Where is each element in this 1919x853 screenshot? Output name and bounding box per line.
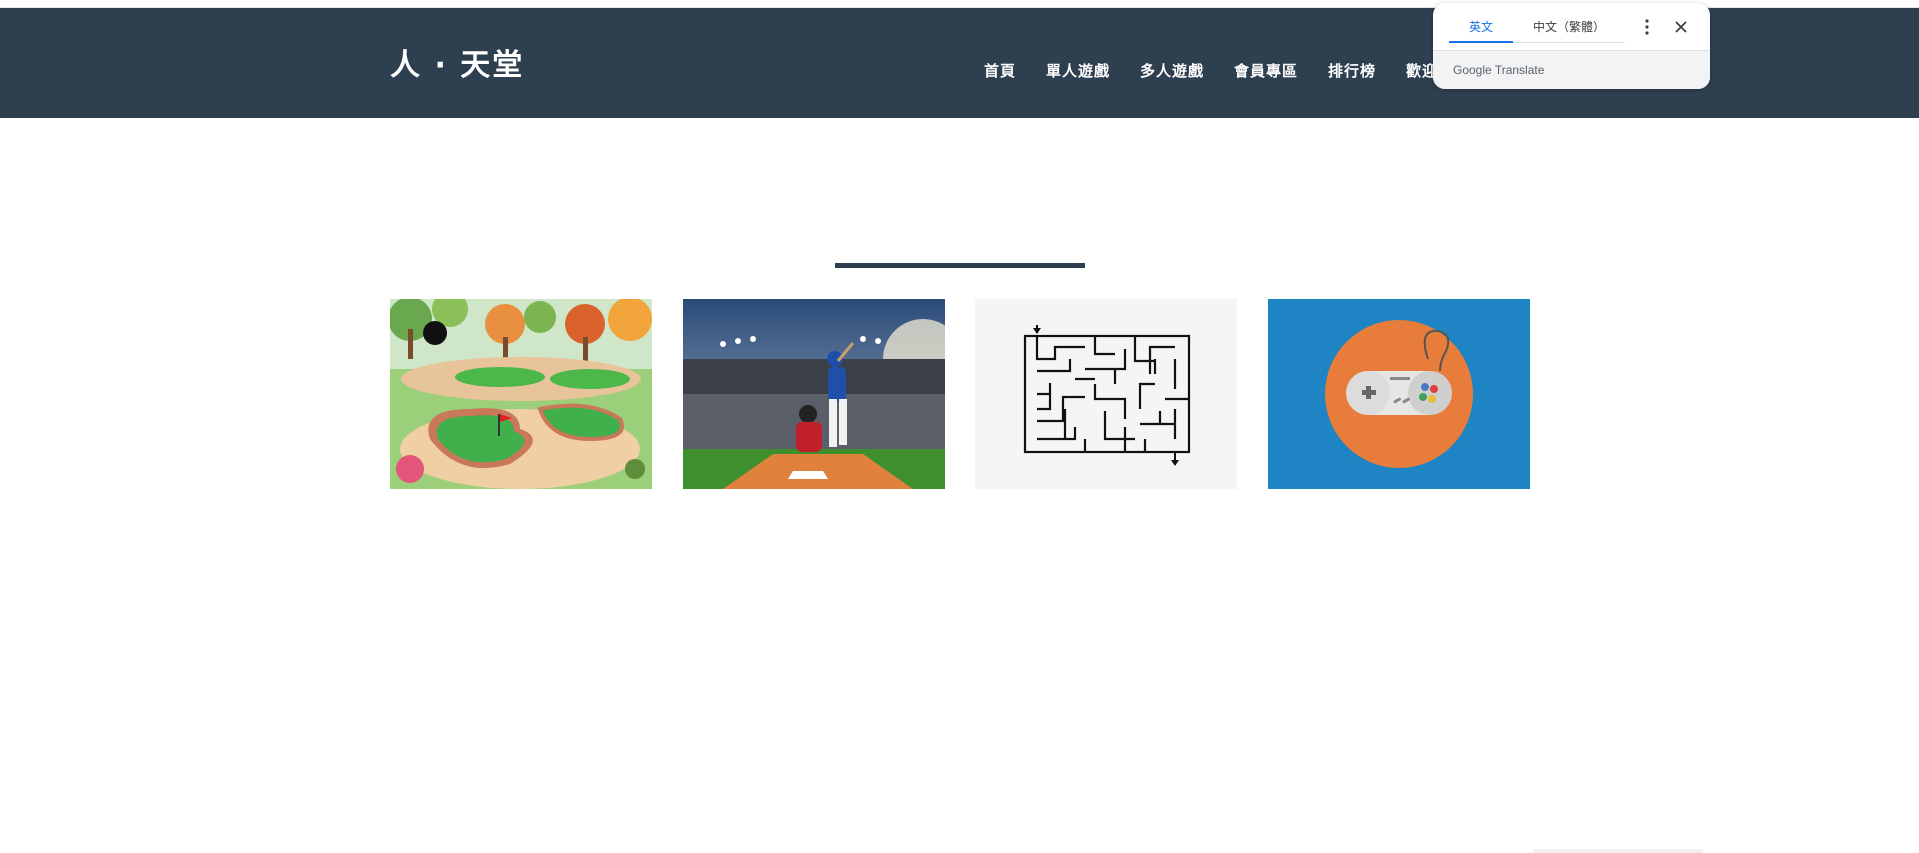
tab-source-language[interactable]: 英文 — [1469, 18, 1493, 35]
gamepad-image — [1268, 299, 1530, 489]
baseball-batter-image — [683, 299, 945, 489]
game-card-controller[interactable] — [1268, 299, 1530, 489]
section-divider — [835, 263, 1085, 268]
close-icon[interactable] — [1671, 17, 1691, 37]
tab-underline — [1513, 42, 1625, 43]
google-translate-label: Google Translate — [1453, 63, 1544, 77]
nav-item-leaderboard[interactable]: 排行榜 — [1328, 60, 1376, 81]
game-card-mini-golf[interactable] — [390, 299, 652, 489]
nav-item-home[interactable]: 首頁 — [984, 60, 1016, 81]
mini-golf-course-image — [390, 299, 652, 489]
translate-label: Translate — [1494, 63, 1545, 77]
site-logo[interactable]: 人 · 天堂 — [390, 48, 524, 84]
nav-item-members[interactable]: 會員專區 — [1234, 60, 1298, 81]
translate-footer: Google Translate — [1433, 50, 1710, 89]
translate-tabs: 英文 中文（繁體） — [1433, 3, 1710, 51]
nav-item-multiplayer[interactable]: 多人遊戲 — [1140, 60, 1204, 81]
nav-item-single-player[interactable]: 單人遊戲 — [1046, 60, 1110, 81]
google-brand: Google — [1453, 63, 1492, 77]
tab-target-language[interactable]: 中文（繁體） — [1533, 18, 1605, 35]
google-translate-popup: 英文 中文（繁體） Google Translate — [1433, 3, 1710, 89]
maze-image — [975, 299, 1237, 489]
active-tab-indicator — [1449, 41, 1513, 43]
game-card-baseball[interactable] — [683, 299, 945, 489]
game-card-maze[interactable] — [975, 299, 1237, 489]
more-options-icon[interactable] — [1639, 17, 1655, 37]
bottom-scroll-strip — [1533, 849, 1703, 853]
